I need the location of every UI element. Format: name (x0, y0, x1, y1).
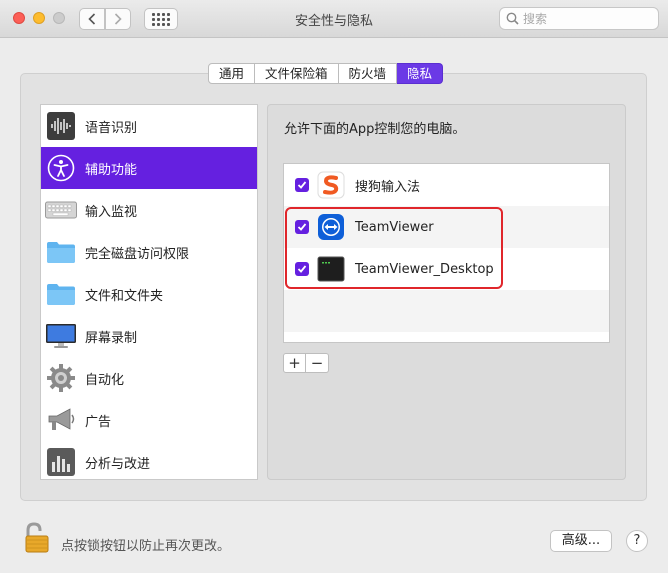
sidebar-item-label: 分析与改进 (85, 456, 151, 472)
list-item[interactable]: TeamViewer_Desktop (284, 248, 609, 290)
gear-icon (45, 362, 77, 394)
search-field[interactable] (499, 7, 659, 30)
sidebar-item-analytics[interactable]: 分析与改进 (41, 441, 257, 483)
lock-hint-text: 点按锁按钮以防止再次更改。 (61, 539, 231, 554)
tab-firewall[interactable]: 防火墙 (338, 63, 398, 84)
display-icon (45, 320, 77, 352)
folder-icon (45, 278, 77, 310)
sidebar-item-label: 广告 (85, 414, 112, 430)
tab-privacy[interactable]: 隐私 (397, 63, 444, 84)
tab-bar: 通用 文件保险箱 防火墙 隐私 (208, 63, 444, 84)
search-input[interactable] (523, 11, 643, 26)
sidebar-item-label: 自动化 (85, 372, 125, 388)
tab-general[interactable]: 通用 (208, 63, 256, 84)
sidebar-item-label: 完全磁盘访问权限 (85, 246, 190, 262)
checkmark-icon (297, 181, 307, 189)
analytics-icon (45, 446, 77, 478)
list-item-empty (284, 290, 609, 332)
sidebar-item-screen-recording[interactable]: 屏幕录制 (41, 315, 257, 357)
keyboard-icon (45, 194, 77, 226)
sidebar-item-label: 文件和文件夹 (85, 288, 164, 304)
megaphone-icon (45, 404, 77, 436)
sidebar-item-label: 语音识别 (85, 120, 138, 136)
sidebar-item-speech-recognition[interactable]: 语音识别 (41, 105, 257, 147)
help-button[interactable]: ? (626, 530, 648, 552)
search-icon (506, 12, 519, 25)
accessibility-icon (45, 152, 77, 184)
list-item[interactable]: 搜狗输入法 (284, 164, 609, 206)
advanced-button[interactable]: 高级... (550, 530, 612, 552)
app-checkbox[interactable] (295, 262, 309, 276)
checkmark-icon (297, 223, 307, 231)
app-checkbox[interactable] (295, 178, 309, 192)
sidebar-item-accessibility[interactable]: 辅助功能 (41, 147, 257, 189)
app-list: 搜狗输入法 TeamViewer TeamViewer_Desktop (283, 163, 610, 343)
add-app-button[interactable]: + (283, 353, 306, 373)
sidebar-item-label: 屏幕录制 (85, 330, 138, 346)
teamviewer-icon (317, 213, 345, 241)
list-item[interactable]: TeamViewer (284, 206, 609, 248)
app-name: TeamViewer (355, 219, 434, 235)
panel-description: 允许下面的App控制您的电脑。 (284, 122, 466, 137)
sidebar-item-label: 输入监视 (85, 204, 138, 220)
lock-button[interactable] (24, 522, 50, 558)
folder-icon (45, 236, 77, 268)
unlocked-padlock-icon (25, 522, 49, 553)
sidebar-item-automation[interactable]: 自动化 (41, 357, 257, 399)
privacy-category-list: 语音识别 辅助功能 输入监视 完全磁盘访问权限 文件和文件夹 屏幕录制 自动化 … (40, 104, 258, 480)
sidebar-item-advertising[interactable]: 广告 (41, 399, 257, 441)
remove-app-button[interactable]: − (306, 353, 329, 373)
sidebar-item-input-monitoring[interactable]: 输入监视 (41, 189, 257, 231)
sidebar-item-full-disk-access[interactable]: 完全磁盘访问权限 (41, 231, 257, 273)
checkmark-icon (297, 265, 307, 273)
speech-recognition-icon (45, 110, 77, 142)
app-checkbox[interactable] (295, 220, 309, 234)
title-bar: 安全性与隐私 (0, 0, 668, 38)
sidebar-item-files-and-folders[interactable]: 文件和文件夹 (41, 273, 257, 315)
app-name: TeamViewer_Desktop (355, 261, 494, 277)
sidebar-item-label: 辅助功能 (85, 162, 138, 178)
sogou-icon (317, 171, 345, 199)
app-name: 搜狗输入法 (355, 179, 421, 195)
terminal-icon (317, 255, 345, 283)
tab-filevault[interactable]: 文件保险箱 (255, 63, 339, 84)
